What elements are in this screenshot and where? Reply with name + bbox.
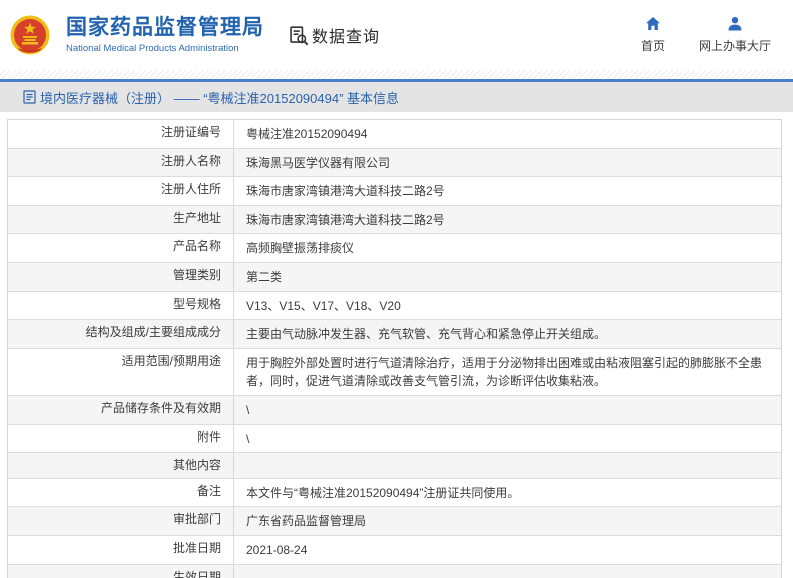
row-value: 珠海市唐家湾镇港湾大道科技二路2号 bbox=[246, 212, 445, 227]
data-query-module[interactable]: 数据查询 bbox=[288, 23, 380, 47]
row-value: 主要由气动脉冲发生器、充气软管、充气背心和紧急停止开关组成。 bbox=[246, 327, 607, 342]
row-label: 注册人住所 bbox=[8, 177, 234, 205]
row-label: 适用范围/预期用途 bbox=[8, 348, 234, 395]
table-row: 产品名称 高频胸壁振荡排痰仪 bbox=[8, 233, 781, 262]
table-row: 管理类别 第二类 bbox=[8, 261, 781, 291]
row-label: 其他内容 bbox=[8, 453, 234, 478]
org-name: 国家药品监督管理局 bbox=[66, 16, 264, 40]
row-label: 产品储存条件及有效期 bbox=[8, 395, 234, 424]
row-label: 附件 bbox=[8, 424, 234, 453]
table-row: 附件 \ bbox=[8, 423, 781, 453]
row-label: 型号规格 bbox=[8, 291, 234, 320]
data-query-label: 数据查询 bbox=[312, 29, 381, 46]
nav-label-home: 首页 bbox=[640, 39, 665, 53]
row-value: 高频胸壁振荡排痰仪 bbox=[246, 241, 355, 256]
table-row: 批准日期 2021-08-24 bbox=[8, 534, 781, 564]
info-table: 注册证编号 粤械注准20152090494 注册人名称 珠海黑马医学仪器有限公司 注册人… bbox=[7, 119, 782, 578]
row-label: 注册证编号 bbox=[8, 120, 234, 148]
row-label: 结构及组成/主要组成成分 bbox=[8, 320, 234, 348]
row-value: 用于胸腔外部处置时进行气道清除治疗，适用于分泌物排出困难或由粘液阻塞引起的肺膨胀… bbox=[246, 355, 763, 389]
table-row: 产品储存条件及有效期 \ bbox=[8, 394, 781, 424]
org-name-en: National Medical Products Administration bbox=[66, 42, 239, 54]
nav-label-service-hall: 网上办事大厅 bbox=[698, 39, 771, 53]
nav-item-service-hall[interactable]: 网上办事大厅 bbox=[699, 16, 771, 54]
table-row: 注册人名称 珠海黑马医学仪器有限公司 bbox=[8, 147, 781, 177]
document-icon bbox=[23, 90, 36, 104]
table-row: 备注 本文件与“粤械注准20152090494”注册证共同使用。 bbox=[8, 477, 781, 507]
table-row: 注册人住所 珠海市唐家湾镇港湾大道科技二路2号 bbox=[8, 176, 781, 205]
row-label: 生效日期 bbox=[8, 564, 234, 578]
row-value: \ bbox=[246, 431, 250, 446]
content-area: 注册证编号 粤械注准20152090494 注册人名称 珠海黑马医学仪器有限公司 注册人… bbox=[7, 119, 786, 578]
row-value: 广东省药品监督管理局 bbox=[246, 514, 367, 529]
table-row: 结构及组成/主要组成成分 主要由气动脉冲发生器、充气软管、充气背心和紧急停止开关组… bbox=[8, 319, 781, 348]
row-label: 备注 bbox=[8, 478, 234, 507]
data-query-icon bbox=[290, 25, 309, 45]
home-icon bbox=[645, 17, 660, 30]
row-value: 第二类 bbox=[246, 269, 283, 284]
row-label: 审批部门 bbox=[8, 507, 234, 535]
person-icon bbox=[728, 17, 742, 31]
header-nav: 首页 网上办事大厅 bbox=[641, 16, 771, 54]
table-row: 生效日期 bbox=[8, 563, 781, 578]
table-row: 注册证编号 粤械注准20152090494 bbox=[8, 120, 781, 148]
row-label: 生产地址 bbox=[8, 205, 234, 234]
row-value: 珠海黑马医学仪器有限公司 bbox=[246, 155, 391, 170]
table-row: 审批部门 广东省药品监督管理局 bbox=[8, 506, 781, 535]
table-row: 适用范围/预期用途 用于胸腔外部处置时进行气道清除治疗，适用于分泌物排出困难或由粘… bbox=[8, 347, 781, 395]
row-value: V13、V15、V17、V18、V20 bbox=[246, 298, 401, 313]
row-label: 注册人名称 bbox=[8, 148, 234, 177]
stripe-band bbox=[0, 70, 793, 79]
row-value bbox=[234, 453, 781, 478]
row-value: 珠海市唐家湾镇港湾大道科技二路2号 bbox=[246, 184, 445, 199]
row-value: 粤械注准20152090494 bbox=[246, 127, 368, 141]
page-title: 境内医疗器械（注册） —— “粤械注准20152090494” 基本信息 bbox=[40, 90, 400, 106]
row-label: 管理类别 bbox=[8, 262, 234, 291]
nav-item-home[interactable]: 首页 bbox=[641, 16, 665, 54]
org-title-block: 国家药品监督管理局 National Medical Products Admi… bbox=[66, 16, 264, 53]
page-title-bar: 境内医疗器械（注册） —— “粤械注准20152090494” 基本信息 bbox=[0, 82, 793, 112]
table-row: 型号规格 V13、V15、V17、V18、V20 bbox=[8, 290, 781, 320]
table-row: 其他内容 bbox=[8, 452, 781, 478]
row-value: 2021-08-24 bbox=[246, 542, 308, 557]
row-value: 本文件与“粤械注准20152090494”注册证共同使用。 bbox=[246, 485, 520, 500]
nmpa-emblem-logo bbox=[10, 15, 50, 55]
row-label: 批准日期 bbox=[8, 535, 234, 564]
row-value bbox=[234, 565, 781, 578]
row-label: 产品名称 bbox=[8, 234, 234, 262]
site-header: 国家药品监督管理局 National Medical Products Admi… bbox=[0, 0, 793, 70]
row-value: \ bbox=[246, 402, 250, 417]
table-row: 生产地址 珠海市唐家湾镇港湾大道科技二路2号 bbox=[8, 204, 781, 234]
